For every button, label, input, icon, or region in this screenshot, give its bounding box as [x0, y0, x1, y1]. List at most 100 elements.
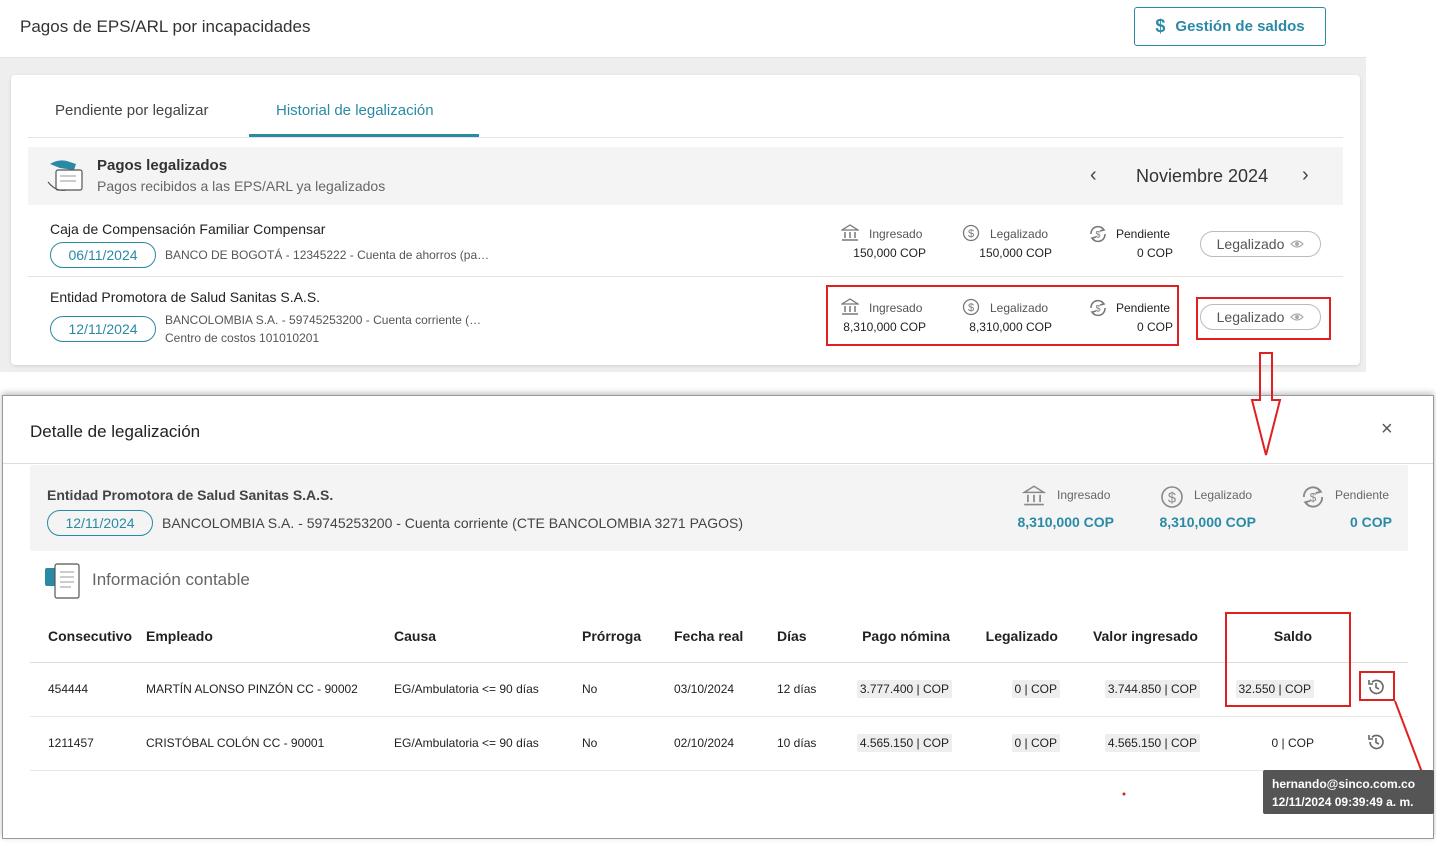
column-header: Valor ingresado [1070, 610, 1210, 663]
section-title: Pagos legalizados [97, 157, 228, 174]
close-icon[interactable]: × [1381, 418, 1393, 441]
metric-ingresado: Ingresado 150,000 COP [839, 224, 926, 263]
cell-prorroga: No [582, 662, 674, 717]
metric-label: Pendiente [1116, 227, 1171, 241]
annotation-highlight-box [1225, 612, 1351, 707]
date-badge: 12/11/2024 [47, 510, 153, 536]
section-subtitle: Pagos recibidos a las EPS/ARL ya legaliz… [97, 178, 386, 194]
metric-label: Pendiente [1335, 488, 1390, 502]
column-header: Causa [394, 610, 582, 663]
month-label: Noviembre 2024 [1136, 166, 1269, 186]
cell-empleado: CRISTÓBAL COLÓN CC - 90001 [146, 716, 394, 771]
payment-row: Caja de Compensación Familiar Compensar … [28, 207, 1343, 277]
cell-consecutivo: 1211457 [30, 716, 146, 771]
history-icon[interactable] [1367, 733, 1385, 756]
cell-pago-nomina: 3.777.400 | COP [856, 680, 952, 698]
metric-value: 0 COP [1136, 246, 1173, 260]
tooltip-datetime: 12/11/2024 09:39:49 a. m. [1272, 795, 1414, 809]
date-badge: 12/11/2024 [50, 316, 156, 342]
bank-icon [1021, 485, 1047, 510]
cell-legalizado: 0 | COP [1011, 680, 1060, 698]
tab-pendiente-por-legalizar[interactable]: Pendiente por legalizar [55, 102, 208, 119]
gestion-saldos-button[interactable]: $ Gestión de saldos [1134, 7, 1326, 46]
currency-sync-icon: $ [1088, 224, 1108, 247]
bank-account: BANCO DE BOGOTÁ - 12345222 - Cuenta de a… [165, 248, 490, 262]
date-badge: 06/11/2024 [50, 242, 156, 268]
summary-legalizado: $ Legalizado 8,310,000 COP [1159, 485, 1256, 535]
cell-saldo: 0 | COP [1271, 736, 1314, 750]
cell-dias: 12 días [777, 662, 837, 717]
column-header: Pago nómina [837, 610, 962, 663]
bank-account: BANCOLOMBIA S.A. - 59745253200 - Cuenta … [162, 515, 743, 531]
metric-value: 8,310,000 COP [1017, 514, 1114, 530]
cell-empleado: MARTÍN ALONSO PINZÓN CC - 90002 [146, 662, 394, 717]
metric-value: 8,310,000 COP [1159, 514, 1256, 530]
currency-sync-icon: $ [1300, 484, 1326, 513]
dollar-circle-icon: $ [962, 224, 980, 245]
column-header: Legalizado [962, 610, 1070, 663]
accounting-table: Consecutivo Empleado Causa Prórroga Fech… [30, 610, 1408, 771]
entity-name: Entidad Promotora de Salud Sanitas S.A.S… [47, 487, 334, 503]
annotation-highlight-box [1196, 297, 1331, 340]
legalizado-view-button[interactable]: Legalizado [1200, 231, 1321, 257]
section-header: Pagos legalizados Pagos recibidos a las … [28, 147, 1343, 205]
chevron-left-icon[interactable]: ‹ [1090, 164, 1097, 187]
history-tooltip: hernando@sinco.com.co 12/11/2024 09:39:4… [1263, 770, 1434, 814]
table-row: 1211457 CRISTÓBAL COLÓN CC - 90001 EG/Am… [30, 716, 1408, 771]
cell-legalizado: 0 | COP [1011, 734, 1060, 752]
summary-ingresado: Ingresado 8,310,000 COP [1017, 485, 1114, 535]
cell-consecutivo: 454444 [30, 662, 146, 717]
column-header: Prórroga [582, 610, 674, 663]
annotation-highlight-box [826, 285, 1179, 346]
cell-prorroga: No [582, 716, 674, 771]
metric-label: Ingresado [869, 227, 923, 241]
payment-receipt-icon [46, 156, 88, 199]
page-title: Pagos de EPS/ARL por incapacidades [20, 17, 311, 36]
payment-summary: Entidad Promotora de Salud Sanitas S.A.S… [30, 465, 1408, 551]
metric-label: Legalizado [990, 227, 1049, 241]
cell-causa: EG/Ambulatoria <= 90 días [394, 716, 582, 771]
info-contable-title: Información contable [92, 570, 250, 589]
column-header: Consecutivo [30, 610, 146, 663]
metric-value: 150,000 COP [853, 246, 926, 260]
svg-text:$: $ [1095, 230, 1100, 240]
dollar-icon: $ [1155, 16, 1166, 36]
accounting-document-icon [43, 562, 83, 605]
cell-fecha-real: 02/10/2024 [674, 716, 777, 771]
cell-pago-nomina: 4.565.150 | COP [856, 734, 952, 752]
active-tab-indicator [249, 134, 479, 137]
cell-valor-ingresado: 4.565.150 | COP [1104, 734, 1200, 752]
entity-name: Caja de Compensación Familiar Compensar [50, 221, 326, 237]
table-header-row: Consecutivo Empleado Causa Prórroga Fech… [30, 610, 1408, 663]
cell-fecha-real: 03/10/2024 [674, 662, 777, 717]
chevron-right-icon[interactable]: › [1302, 164, 1309, 187]
detalle-legalizacion-modal: Detalle de legalización × Entidad Promot… [2, 395, 1434, 839]
gestion-saldos-label: Gestión de saldos [1175, 18, 1305, 35]
svg-text:$: $ [968, 228, 974, 240]
eye-icon [1290, 236, 1305, 252]
column-header: Empleado [146, 610, 394, 663]
svg-text:$: $ [1168, 490, 1176, 506]
svg-text:$: $ [1310, 492, 1317, 505]
column-header: Días [777, 610, 837, 663]
tab-bar: Pendiente por legalizar Historial de leg… [28, 75, 1343, 138]
bank-account: BANCOLOMBIA S.A. - 59745253200 - Cuenta … [165, 313, 482, 327]
metric-pendiente: $ Pendiente 0 COP [1088, 224, 1173, 263]
cell-valor-ingresado: 3.744.850 | COP [1104, 680, 1200, 698]
dollar-circle-icon: $ [1160, 485, 1184, 512]
tooltip-user: hernando@sinco.com.co [1272, 777, 1416, 791]
metric-label: Ingresado [1057, 488, 1111, 502]
column-header: Fecha real [674, 610, 777, 663]
bank-icon [839, 224, 861, 245]
metric-value: 0 COP [1349, 514, 1392, 530]
top-bar: Pagos de EPS/ARL por incapacidades $ Ges… [0, 0, 1366, 58]
cell-dias: 10 días [777, 716, 837, 771]
metric-legalizado: $ Legalizado 150,000 COP [962, 224, 1052, 263]
metric-value: 150,000 COP [979, 246, 1052, 260]
status-label: Legalizado [1216, 236, 1285, 252]
metric-label: Legalizado [1194, 488, 1253, 502]
modal-title: Detalle de legalización [30, 422, 201, 441]
table-row: 454444 MARTÍN ALONSO PINZÓN CC - 90002 E… [30, 662, 1408, 717]
tab-historial-de-legalizacion[interactable]: Historial de legalización [276, 102, 434, 119]
divider [3, 463, 1433, 464]
